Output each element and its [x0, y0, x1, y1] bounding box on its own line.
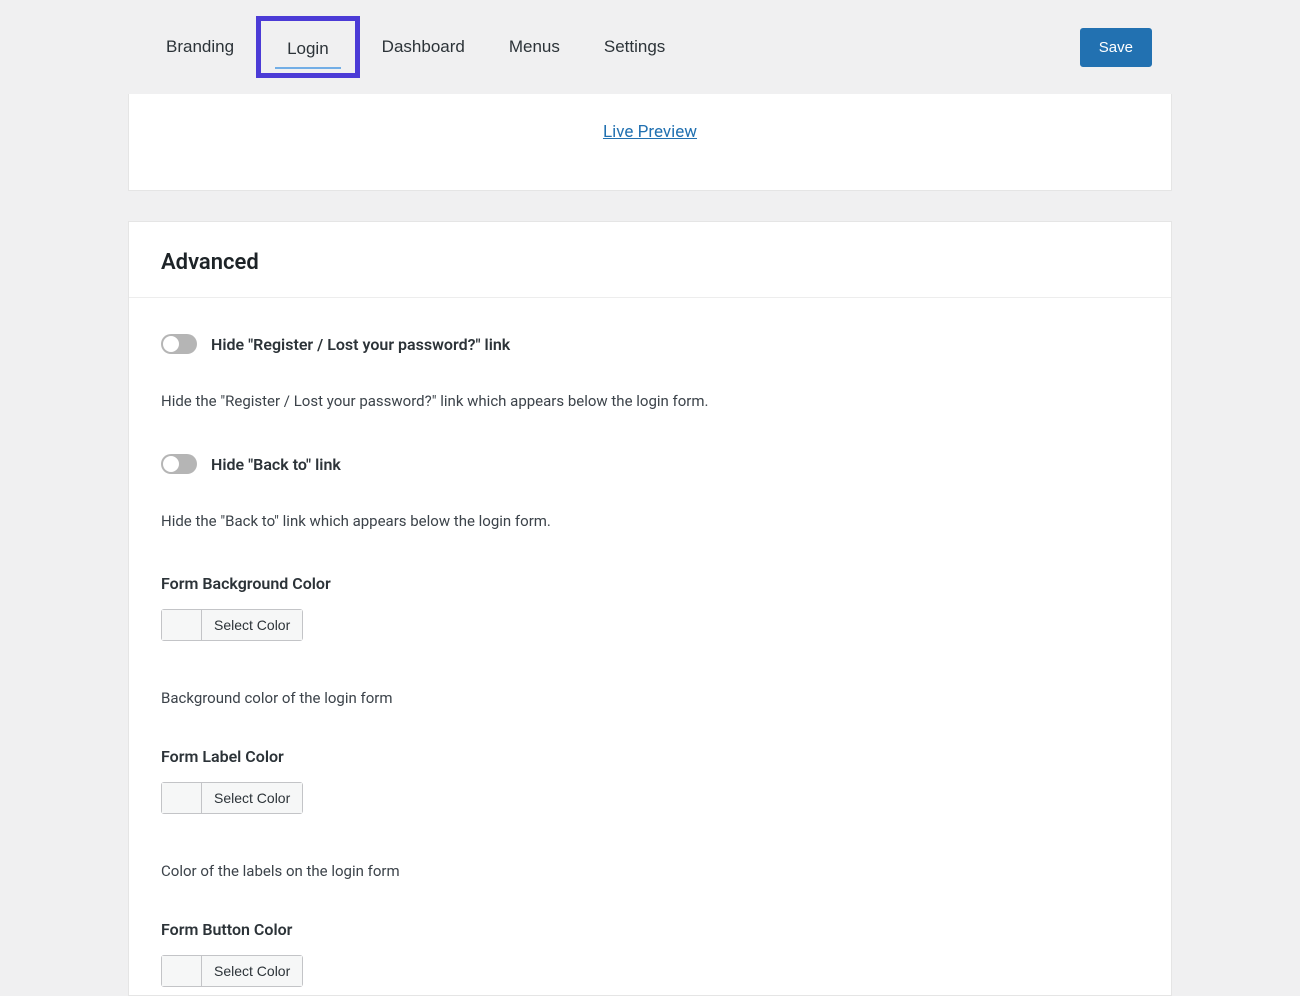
form-label-group: Form Label Color Select Color Color of t… [161, 747, 1139, 880]
form-button-group: Form Button Color Select Color [161, 920, 1139, 995]
form-button-label: Form Button Color [161, 920, 1139, 939]
form-label-label: Form Label Color [161, 747, 1139, 766]
hide-register-toggle[interactable] [161, 334, 197, 354]
toggle-knob [163, 456, 179, 472]
form-button-color-picker[interactable]: Select Color [161, 955, 303, 987]
advanced-section: Advanced Hide "Register / Lost your pass… [128, 221, 1172, 996]
preview-panel: Live Preview [128, 94, 1172, 191]
form-label-description: Color of the labels on the login form [161, 862, 1139, 880]
save-button[interactable]: Save [1080, 28, 1152, 67]
form-label-color-picker[interactable]: Select Color [161, 782, 303, 814]
hide-backto-row: Hide "Back to" link [161, 454, 1139, 474]
live-preview-link[interactable]: Live Preview [603, 122, 697, 142]
color-swatch [162, 956, 202, 986]
form-bg-description: Background color of the login form [161, 689, 1139, 707]
live-preview-wrap: Live Preview [129, 94, 1171, 142]
tab-branding[interactable]: Branding [144, 16, 256, 78]
form-bg-group: Form Background Color Select Color Backg… [161, 574, 1139, 707]
form-bg-color-picker[interactable]: Select Color [161, 609, 303, 641]
section-body: Hide "Register / Lost your password?" li… [129, 298, 1171, 995]
form-label-select-button[interactable]: Select Color [202, 783, 302, 813]
section-header: Advanced [129, 222, 1171, 298]
tab-settings[interactable]: Settings [582, 16, 687, 78]
tabs: Branding Login Dashboard Menus Settings [144, 16, 687, 78]
color-swatch [162, 610, 202, 640]
section-title: Advanced [161, 250, 1139, 275]
color-swatch [162, 783, 202, 813]
hide-backto-description: Hide the "Back to" link which appears be… [161, 512, 1139, 530]
form-button-select-button[interactable]: Select Color [202, 956, 302, 986]
hide-register-description: Hide the "Register / Lost your password?… [161, 392, 1139, 410]
hide-register-label: Hide "Register / Lost your password?" li… [211, 335, 510, 354]
tab-login[interactable]: Login [256, 16, 360, 78]
tab-dashboard[interactable]: Dashboard [360, 16, 487, 78]
hide-backto-label: Hide "Back to" link [211, 455, 341, 474]
hide-register-row: Hide "Register / Lost your password?" li… [161, 334, 1139, 354]
form-bg-select-button[interactable]: Select Color [202, 610, 302, 640]
tab-menus[interactable]: Menus [487, 16, 582, 78]
form-bg-label: Form Background Color [161, 574, 1139, 593]
toggle-knob [163, 336, 179, 352]
header-bar: Branding Login Dashboard Menus Settings … [0, 0, 1300, 94]
hide-backto-toggle[interactable] [161, 454, 197, 474]
